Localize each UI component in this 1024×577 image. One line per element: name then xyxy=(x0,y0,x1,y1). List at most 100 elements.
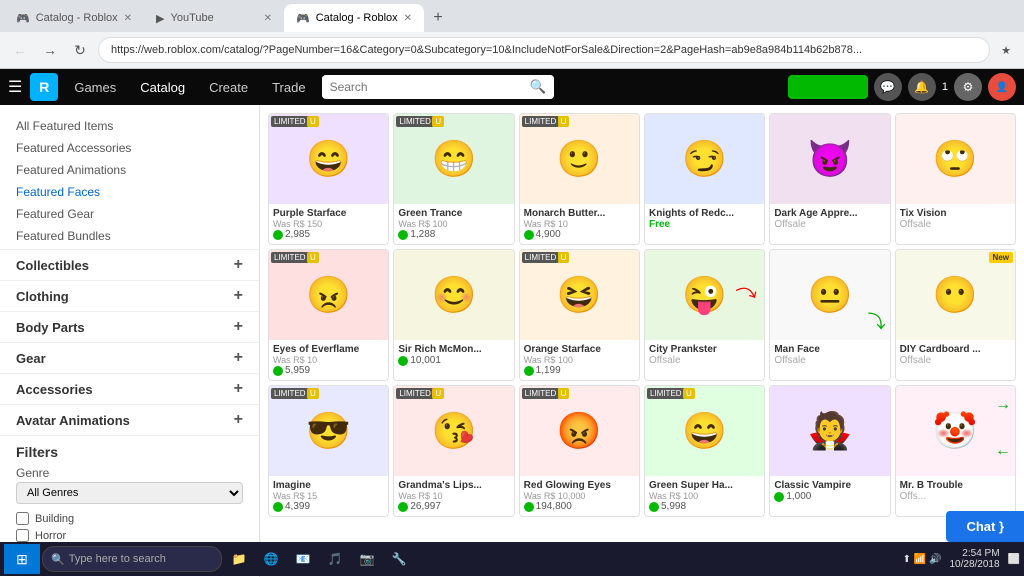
arrow-red-2: → xyxy=(995,396,1011,414)
arrow-green-2: ← xyxy=(995,442,1011,460)
sidebar-collectibles[interactable]: Collectibles + xyxy=(0,249,259,280)
taskbar-icons: ⬆ 📶 🔊 xyxy=(903,554,942,565)
catalog-item-15[interactable]: LIMITED U 😄 Green Super Ha... Was R$ 100… xyxy=(644,385,765,517)
sidebar-featured-accessories[interactable]: Featured Accessories xyxy=(0,137,259,159)
taskbar-right: ⬆ 📶 🔊 2:54 PM 10/28/2018 ⬜ xyxy=(903,548,1020,570)
item-6-limited-badge: LIMITED xyxy=(271,252,309,263)
item-1-name: Green Trance xyxy=(398,208,509,219)
body-parts-expand: + xyxy=(234,318,243,336)
settings-button[interactable]: ⚙ xyxy=(954,73,982,101)
catalog-item-8[interactable]: LIMITED U 😆 Orange Starface Was R$ 100 1… xyxy=(519,249,640,381)
tab-1[interactable]: 🎮 Catalog - Roblox ✕ xyxy=(4,4,144,32)
catalog-item-1[interactable]: LIMITED U 😁 Green Trance Was R$ 100 1,28… xyxy=(393,113,514,245)
taskbar-app-2[interactable]: 🌐 xyxy=(256,544,286,574)
nav-catalog[interactable]: Catalog xyxy=(132,80,193,95)
item-0-info: Purple Starface Was R$ 150 2,985 xyxy=(269,204,388,244)
bookmark-icon[interactable]: ★ xyxy=(996,40,1016,60)
taskbar-app-6[interactable]: 🔧 xyxy=(384,544,414,574)
tab-2[interactable]: ▶ YouTube ✕ xyxy=(144,4,284,32)
item-10-price: Offsale xyxy=(774,355,885,366)
catalog-item-16[interactable]: 🧛 Classic Vampire 1,000 xyxy=(769,385,890,517)
catalog-item-4[interactable]: 😈 Dark Age Appre... Offsale xyxy=(769,113,890,245)
main-content: All Featured Items Featured Accessories … xyxy=(0,105,1024,577)
taskbar-app-4[interactable]: 🎵 xyxy=(320,544,350,574)
header-right: 💬 🔔 1 ⚙ 👤 xyxy=(788,73,1016,101)
time-display: 2:54 PM xyxy=(962,548,999,559)
robux-icon-2 xyxy=(524,230,534,240)
item-15-limited-badge: LIMITED xyxy=(647,388,685,399)
sidebar-avatar-animations[interactable]: Avatar Animations + xyxy=(0,404,259,435)
chat-widget[interactable]: Chat } xyxy=(946,511,1024,542)
sidebar-featured-animations[interactable]: Featured Animations xyxy=(0,159,259,181)
sidebar-featured-bundles[interactable]: Featured Bundles xyxy=(0,225,259,247)
tab-1-favicon: 🎮 xyxy=(16,12,30,25)
app-header: ☰ R Games Catalog Create Trade 🔍 💬 🔔 1 ⚙… xyxy=(0,69,1024,105)
hamburger-menu[interactable]: ☰ xyxy=(8,77,22,97)
sidebar-all-featured[interactable]: All Featured Items xyxy=(0,115,259,137)
item-8-price: 1,199 xyxy=(524,365,635,376)
address-input[interactable] xyxy=(98,37,990,63)
tab-1-close[interactable]: ✕ xyxy=(124,13,132,24)
search-button[interactable]: 🔍 xyxy=(522,75,555,99)
sidebar-accessories[interactable]: Accessories + xyxy=(0,373,259,404)
filter-building[interactable]: Building xyxy=(16,510,243,527)
sidebar-gear[interactable]: Gear + xyxy=(0,342,259,373)
tab-3-close[interactable]: ✕ xyxy=(404,13,412,24)
back-button[interactable]: ← xyxy=(8,38,32,62)
catalog-item-6[interactable]: LIMITED U 😠 Eyes of Everflame Was R$ 10 … xyxy=(268,249,389,381)
sidebar-body-parts[interactable]: Body Parts + xyxy=(0,311,259,342)
catalog-item-3[interactable]: 😏 Knights of Redc... Free xyxy=(644,113,765,245)
catalog-item-17[interactable]: 🤡 → ← Mr. B Trouble Offs... xyxy=(895,385,1016,517)
address-bar: ← → ↻ ★ xyxy=(0,32,1024,68)
robux-icon-13 xyxy=(398,502,408,512)
tab-2-close[interactable]: ✕ xyxy=(264,13,272,24)
chat-icon-button[interactable]: 💬 xyxy=(874,73,902,101)
item-6-was: Was R$ 10 xyxy=(273,355,384,365)
item-15-face: 😄 xyxy=(682,410,727,452)
item-5-name: Tix Vision xyxy=(900,208,1011,219)
new-tab-button[interactable]: + xyxy=(424,4,452,32)
robux-icon-16 xyxy=(774,492,784,502)
notification-button[interactable]: 🔔 xyxy=(908,73,936,101)
taskbar-app-1[interactable]: 📁 xyxy=(224,544,254,574)
catalog-item-14[interactable]: LIMITED U 😡 Red Glowing Eyes Was R$ 10,0… xyxy=(519,385,640,517)
taskbar-search[interactable]: 🔍 Type here to search xyxy=(42,546,222,572)
item-0-price: 2,985 xyxy=(273,229,384,240)
robux-icon-7 xyxy=(398,356,408,366)
start-button[interactable]: ⊞ xyxy=(4,544,40,574)
taskbar-app-3[interactable]: 📧 xyxy=(288,544,318,574)
genre-select[interactable]: All Genres Building Horror Town and City… xyxy=(16,482,243,504)
robux-button[interactable] xyxy=(788,75,868,99)
nav-games[interactable]: Games xyxy=(66,80,124,95)
sidebar-featured-faces[interactable]: Featured Faces xyxy=(0,181,259,203)
roblox-logo[interactable]: R xyxy=(30,73,58,101)
item-4-info: Dark Age Appre... Offsale xyxy=(770,204,889,234)
collectibles-label: Collectibles xyxy=(16,258,89,273)
item-1-image: LIMITED U 😁 xyxy=(394,114,513,204)
tab-1-title: Catalog - Roblox xyxy=(36,12,118,24)
item-3-face: 😏 xyxy=(682,138,727,180)
sidebar-clothing[interactable]: Clothing + xyxy=(0,280,259,311)
item-16-face: 🧛 xyxy=(808,410,853,452)
catalog-item-10[interactable]: 😐 ⤵ Man Face Offsale xyxy=(769,249,890,381)
tab-3[interactable]: 🎮 Catalog - Roblox ✕ xyxy=(284,4,424,32)
sidebar-featured-gear[interactable]: Featured Gear xyxy=(0,203,259,225)
item-5-price: Offsale xyxy=(900,219,1011,230)
nav-create[interactable]: Create xyxy=(201,80,256,95)
catalog-item-11[interactable]: New 😶 DIY Cardboard ... Offsale xyxy=(895,249,1016,381)
search-input[interactable] xyxy=(322,76,522,98)
forward-button[interactable]: → xyxy=(38,38,62,62)
catalog-item-7[interactable]: 😊 Sir Rich McMon... 10,001 xyxy=(393,249,514,381)
catalog-item-0[interactable]: LIMITED U 😄 Purple Starface Was R$ 150 2… xyxy=(268,113,389,245)
catalog-item-9[interactable]: 😜 ⤵ City Prankster Offsale xyxy=(644,249,765,381)
taskbar-app-5[interactable]: 📷 xyxy=(352,544,382,574)
catalog-item-12[interactable]: LIMITED U 😎 Imagine Was R$ 15 4,399 xyxy=(268,385,389,517)
catalog-item-5[interactable]: 🙄 Tix Vision Offsale xyxy=(895,113,1016,245)
nav-trade[interactable]: Trade xyxy=(264,80,313,95)
catalog-item-2[interactable]: LIMITED U 🙂 Monarch Butter... Was R$ 10 … xyxy=(519,113,640,245)
catalog-item-13[interactable]: LIMITED U 😘 Grandma's Lips... Was R$ 10 … xyxy=(393,385,514,517)
refresh-button[interactable]: ↻ xyxy=(68,38,92,62)
item-15-info: Green Super Ha... Was R$ 100 5,998 xyxy=(645,476,764,516)
profile-button[interactable]: 👤 xyxy=(988,73,1016,101)
catalog-grid: LIMITED U 😄 Purple Starface Was R$ 150 2… xyxy=(268,113,1016,517)
